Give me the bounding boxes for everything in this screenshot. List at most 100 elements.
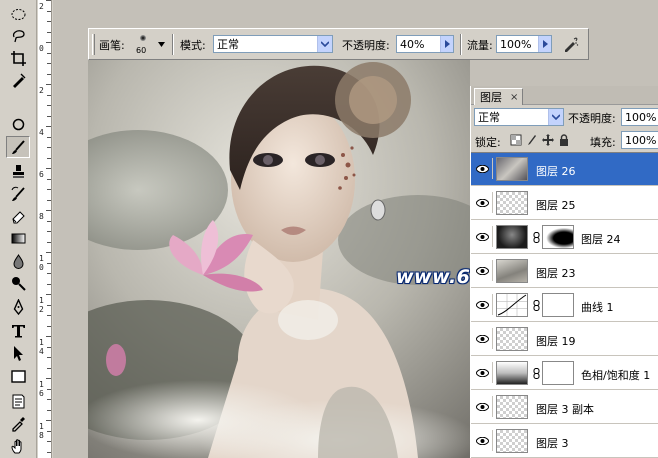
layer-row[interactable]: 色相/饱和度 1: [471, 357, 658, 390]
history-brush-tool[interactable]: [6, 183, 30, 205]
mode-dropdown-button[interactable]: [317, 36, 332, 52]
ruler-tick: [47, 94, 51, 96]
visibility-toggle[interactable]: [473, 328, 493, 349]
layer-opacity-input[interactable]: 100%: [621, 108, 658, 126]
layer-mask-thumbnail[interactable]: [542, 293, 574, 317]
lock-transparent-icon[interactable]: [510, 134, 522, 146]
airbrush-toggle[interactable]: [559, 34, 581, 55]
path-select-tool[interactable]: [6, 342, 30, 364]
chevron-down-icon: [321, 41, 329, 47]
visibility-toggle[interactable]: [473, 226, 493, 247]
eraser-tool[interactable]: [6, 205, 30, 227]
brush-preset-picker[interactable]: 60: [133, 33, 165, 57]
visibility-toggle[interactable]: [473, 158, 493, 179]
ruler-tick: [47, 315, 51, 316]
hand-tool[interactable]: [6, 435, 30, 457]
ruler-tick: [47, 178, 51, 180]
layer-mask-thumbnail[interactable]: [542, 361, 574, 385]
ruler-tick: [46, 252, 51, 253]
blend-row: 正常 不透明度: 100%: [471, 106, 658, 128]
airbrush-icon: [564, 37, 578, 52]
layer-row[interactable]: 图层 25: [471, 187, 658, 220]
ruler-tick: [46, 84, 51, 85]
blur-tool[interactable]: [6, 250, 30, 272]
notes-tool[interactable]: [6, 390, 30, 412]
marquee-tool[interactable]: [6, 3, 30, 25]
layer-opacity-value: 100%: [625, 110, 657, 124]
clone-stamp-tool[interactable]: [6, 160, 30, 182]
layer-thumbnail: [496, 327, 528, 351]
layer-mask-thumbnail[interactable]: [542, 225, 574, 249]
visibility-toggle[interactable]: [473, 260, 493, 281]
layer-row[interactable]: 图层 26: [471, 153, 658, 186]
opacity-label: 不透明度:: [342, 39, 390, 52]
ruler-tick: [46, 378, 51, 379]
pen-tool[interactable]: [6, 296, 30, 318]
brush-label: 画笔:: [99, 39, 125, 52]
link-icon: [533, 368, 540, 379]
fill-value: 100%: [625, 133, 657, 147]
flow-slider-button[interactable]: [538, 36, 551, 52]
layer-row[interactable]: 曲线 1: [471, 289, 658, 322]
layer-name: 色相/饱和度 1: [581, 369, 651, 382]
lock-position-icon[interactable]: [542, 134, 554, 146]
eraser-icon: [11, 210, 25, 223]
vertical-ruler: 2 0 2 4 6 8 1 0 1 2 1 4 1 6 1 8: [38, 0, 52, 458]
eye-icon: [476, 402, 489, 411]
ruler-tick: [47, 157, 51, 159]
mode-value: 正常: [217, 38, 239, 51]
crop-tool[interactable]: [6, 47, 30, 69]
mode-select[interactable]: 正常: [213, 35, 333, 53]
layer-row[interactable]: 图层 3: [471, 425, 658, 458]
ruler-tick: [47, 199, 51, 201]
layer-name: 曲线 1: [581, 301, 614, 314]
lasso-icon: [12, 29, 25, 42]
layer-name: 图层 3 副本: [536, 403, 594, 416]
layer-row[interactable]: 图层 23: [471, 255, 658, 288]
layer-row[interactable]: 图层 3 副本: [471, 391, 658, 424]
healing-tool[interactable]: [6, 69, 30, 91]
canvas-artwork: [88, 60, 470, 458]
eye-icon: [476, 266, 489, 275]
stamp-tool[interactable]: [6, 113, 30, 135]
close-icon[interactable]: ×: [510, 92, 518, 103]
type-tool[interactable]: [6, 319, 30, 341]
lasso-tool[interactable]: [6, 25, 30, 47]
ruler-tick: [46, 336, 51, 337]
eye-icon: [476, 436, 489, 445]
options-bar-grip[interactable]: [92, 34, 95, 55]
ruler-tick: [46, 168, 51, 169]
visibility-toggle[interactable]: [473, 430, 493, 451]
gradient-tool[interactable]: [6, 227, 30, 249]
blend-mode-dropdown-button[interactable]: [548, 109, 563, 125]
ruler-tick: [47, 136, 51, 138]
visibility-toggle[interactable]: [473, 362, 493, 383]
mode-label: 模式:: [180, 39, 206, 52]
flow-input[interactable]: 100%: [496, 35, 552, 53]
visibility-toggle[interactable]: [473, 396, 493, 417]
brush-tool[interactable]: [6, 136, 30, 158]
lock-all-icon[interactable]: [558, 134, 570, 146]
lock-image-icon[interactable]: [526, 134, 538, 146]
eyedropper-tool[interactable]: [6, 412, 30, 434]
opacity-slider-button[interactable]: [440, 36, 453, 52]
layer-row[interactable]: 图层 19: [471, 323, 658, 356]
visibility-toggle[interactable]: [473, 294, 493, 315]
ruler-tick: [47, 220, 51, 222]
shape-tool[interactable]: [6, 365, 30, 387]
layer-row[interactable]: 图层 24: [471, 221, 658, 254]
ruler-tick: [47, 189, 51, 190]
layer-name: 图层 23: [536, 267, 576, 280]
dodge-tool[interactable]: [6, 272, 30, 294]
shape-icon: [10, 369, 26, 383]
fill-input[interactable]: 100%: [621, 131, 658, 149]
curves-adjustment-icon: [496, 293, 528, 317]
opacity-input[interactable]: 40%: [396, 35, 454, 53]
blend-mode-select[interactable]: 正常: [474, 108, 564, 126]
visibility-toggle[interactable]: [473, 192, 493, 213]
flow-label: 流量:: [467, 39, 493, 52]
separator: [172, 34, 174, 55]
tab-layers[interactable]: 图层 ×: [474, 88, 523, 105]
ruler-tick: [47, 21, 51, 22]
document-canvas[interactable]: [88, 60, 470, 458]
